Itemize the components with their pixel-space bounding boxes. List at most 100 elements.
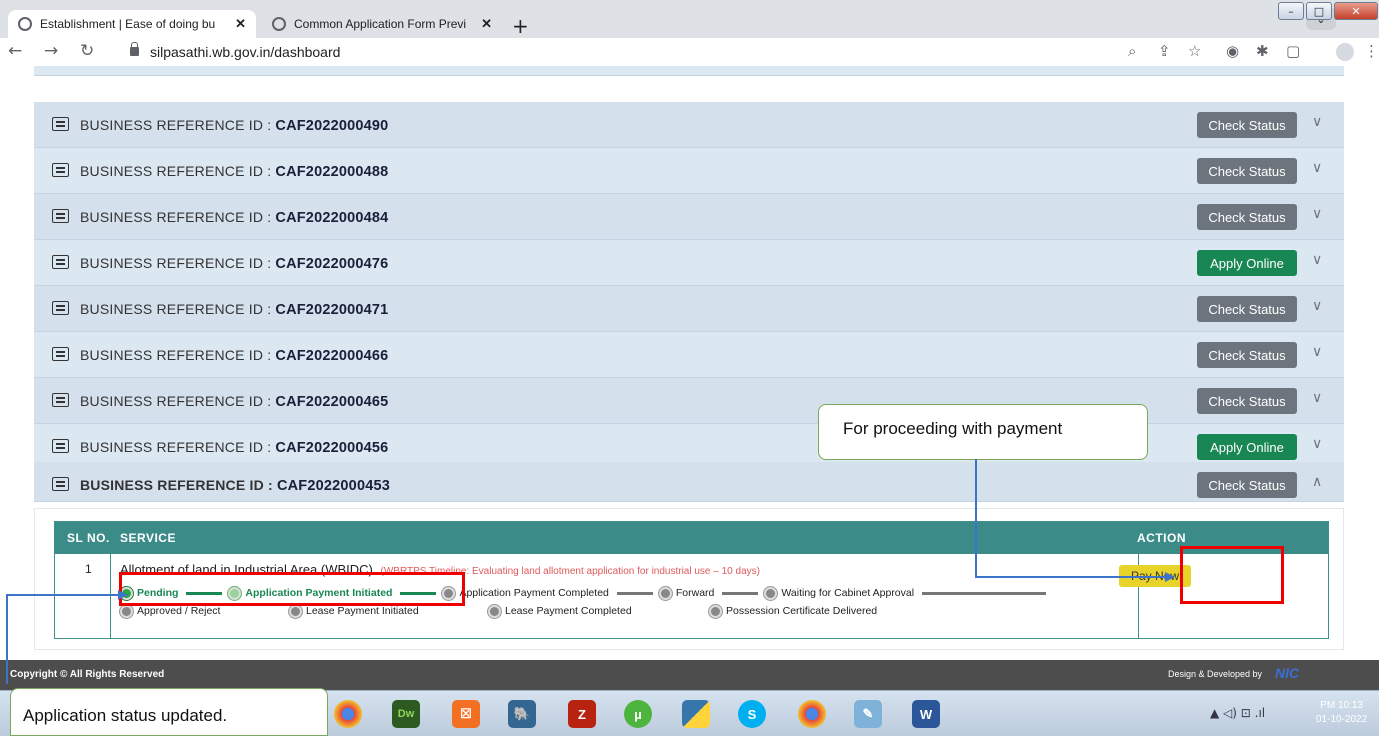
reference-id: CAF2022000488: [275, 164, 389, 180]
document-icon: [52, 163, 69, 177]
tab-common-application[interactable]: Common Application Form Previ ✕: [262, 10, 502, 38]
document-icon: [52, 347, 69, 361]
step-payment-completed: Application Payment Completed: [459, 587, 609, 599]
business-reference-row[interactable]: BUSINESS REFERENCE ID : CAF2022000471 Che…: [34, 286, 1344, 332]
col-service: SERVICE: [120, 531, 176, 545]
business-reference-row[interactable]: BUSINESS REFERENCE ID : CAF2022000453 Che…: [34, 462, 1344, 502]
check-status-button[interactable]: Check Status: [1197, 112, 1297, 138]
reference-label-text: BUSINESS REFERENCE ID :: [80, 255, 272, 271]
check-status-button[interactable]: Check Status: [1197, 158, 1297, 184]
chevron-down-icon[interactable]: ∨: [1312, 390, 1322, 406]
apply-online-button[interactable]: Apply Online: [1197, 434, 1297, 460]
business-reference-row[interactable]: BUSINESS REFERENCE ID : CAF2022000490 Che…: [34, 102, 1344, 148]
reference-id: CAF2022000466: [275, 348, 389, 364]
extensions-icon[interactable]: ✱: [1256, 42, 1269, 60]
address-bar[interactable]: silpasathi.wb.gov.in/dashboard: [150, 44, 340, 60]
check-status-button[interactable]: Check Status: [1197, 388, 1297, 414]
business-reference-row[interactable]: BUSINESS REFERENCE ID : CAF2022000498Che…: [34, 66, 1344, 76]
document-icon: [52, 209, 69, 223]
chevron-down-icon[interactable]: ∨: [1312, 252, 1322, 268]
arrow-head-icon: [118, 590, 128, 600]
sl-no-cell: 1: [85, 562, 92, 576]
pgadmin-icon[interactable]: 🐘: [500, 696, 544, 732]
chevron-up-icon[interactable]: ∧: [1312, 474, 1322, 490]
document-icon: [52, 117, 69, 131]
maximize-button[interactable]: □: [1306, 2, 1332, 20]
reference-label: BUSINESS REFERENCE ID : CAF2022000453: [80, 477, 390, 494]
tab-establishment[interactable]: Establishment | Ease of doing bu ✕: [8, 10, 256, 38]
reference-label-text: BUSINESS REFERENCE ID :: [80, 209, 272, 225]
browser-tab-bar: Establishment | Ease of doing bu ✕ Commo…: [0, 0, 1379, 38]
site-footer: Copyright © All Rights Reserved Design &…: [0, 660, 1379, 690]
close-tab-icon[interactable]: ✕: [235, 16, 246, 32]
business-reference-row[interactable]: BUSINESS REFERENCE ID : CAF2022000484 Che…: [34, 194, 1344, 240]
reference-label-text: BUSINESS REFERENCE ID :: [80, 439, 272, 455]
step-connector: [722, 591, 759, 595]
window-buttons: – □ ✕: [1278, 2, 1378, 22]
step-pending-icon: [658, 586, 672, 600]
chevron-down-icon[interactable]: ∨: [1312, 160, 1322, 176]
reference-label-text: BUSINESS REFERENCE ID :: [80, 347, 272, 363]
business-reference-row[interactable]: BUSINESS REFERENCE ID : CAF2022000466 Che…: [34, 332, 1344, 378]
camera-icon[interactable]: ◉: [1226, 42, 1239, 60]
callout-connector: [6, 594, 120, 596]
chevron-down-icon[interactable]: ∨: [1312, 114, 1322, 130]
xampp-icon[interactable]: ☒: [444, 696, 488, 732]
column-divider: [110, 554, 111, 638]
utorrent-icon[interactable]: µ: [616, 696, 660, 732]
check-status-button[interactable]: Check Status: [1197, 204, 1297, 230]
check-status-button[interactable]: Check Status: [1197, 296, 1297, 322]
menu-icon[interactable]: ⋮: [1364, 42, 1379, 60]
step-pending-icon: [289, 604, 302, 618]
new-tab-button[interactable]: +: [512, 14, 529, 38]
reload-icon[interactable]: ↻: [80, 41, 94, 61]
copyright-text: Copyright © All Rights Reserved: [10, 669, 165, 680]
chevron-down-icon[interactable]: ∨: [1312, 206, 1322, 222]
reference-id: CAF2022000453: [276, 478, 390, 494]
globe-icon: [18, 17, 32, 31]
reference-label: BUSINESS REFERENCE ID : CAF2022000484: [80, 209, 388, 226]
step-lease-payment-initiated: Lease Payment Initiated: [306, 605, 419, 617]
word-icon[interactable]: W: [904, 696, 948, 732]
table-header: SL NO. SERVICE ACTION: [55, 522, 1328, 554]
chrome-icon[interactable]: [790, 696, 834, 732]
business-reference-row[interactable]: BUSINESS REFERENCE ID : CAF2022000476 App…: [34, 240, 1344, 286]
chrome-icon[interactable]: [326, 696, 370, 732]
apply-online-button[interactable]: Apply Online: [1197, 250, 1297, 276]
skype-icon[interactable]: S: [730, 696, 774, 732]
notepad-icon[interactable]: ✎: [846, 696, 890, 732]
forward-icon[interactable]: →: [44, 41, 58, 61]
clock: PM 10:13 01-10-2022: [1316, 699, 1367, 727]
step-forward: Forward: [675, 587, 715, 599]
share-icon[interactable]: ⇪: [1158, 42, 1171, 60]
profile-avatar[interactable]: [1336, 43, 1354, 61]
filezilla-icon[interactable]: Z: [560, 696, 604, 732]
back-icon[interactable]: ←: [8, 41, 22, 61]
system-tray-icons[interactable]: ▲ ◁) ⊡ .ıl: [1210, 706, 1265, 720]
browser-toolbar: ← → ↻ silpasathi.wb.gov.in/dashboard ⌕ ⇪…: [0, 38, 1379, 66]
chevron-down-icon[interactable]: ∨: [1312, 298, 1322, 314]
business-reference-row[interactable]: BUSINESS REFERENCE ID : CAF2022000488 Che…: [34, 148, 1344, 194]
minimize-button[interactable]: –: [1278, 2, 1304, 20]
bookmark-star-icon[interactable]: ☆: [1188, 42, 1201, 60]
callout-connector: [6, 594, 8, 684]
nic-logo: NIC: [1275, 665, 1300, 681]
chevron-down-icon[interactable]: ∨: [1312, 344, 1322, 360]
side-panel-icon[interactable]: ▢: [1286, 42, 1300, 60]
reference-label: BUSINESS REFERENCE ID : CAF2022000488: [80, 163, 388, 180]
chevron-down-icon[interactable]: ∨: [1312, 436, 1322, 452]
check-status-button[interactable]: Check Status: [1197, 342, 1297, 368]
check-status-button[interactable]: Check Status: [1197, 472, 1297, 498]
close-window-button[interactable]: ✕: [1334, 2, 1378, 20]
developed-by-text: Design & Developed by: [1168, 669, 1263, 679]
python-icon[interactable]: [674, 696, 718, 732]
dreamweaver-icon[interactable]: Dw: [384, 696, 428, 732]
reference-id: CAF2022000484: [275, 210, 389, 226]
close-tab-icon[interactable]: ✕: [481, 16, 492, 32]
zoom-icon[interactable]: ⌕: [1128, 42, 1136, 60]
callout-connector: [975, 459, 977, 577]
reference-label: BUSINESS REFERENCE ID : CAF2022000476: [80, 255, 388, 272]
col-sl-no: SL NO.: [67, 531, 110, 545]
step-cabinet-approval: Waiting for Cabinet Approval: [781, 587, 915, 599]
reference-id: CAF2022000456: [275, 440, 389, 456]
